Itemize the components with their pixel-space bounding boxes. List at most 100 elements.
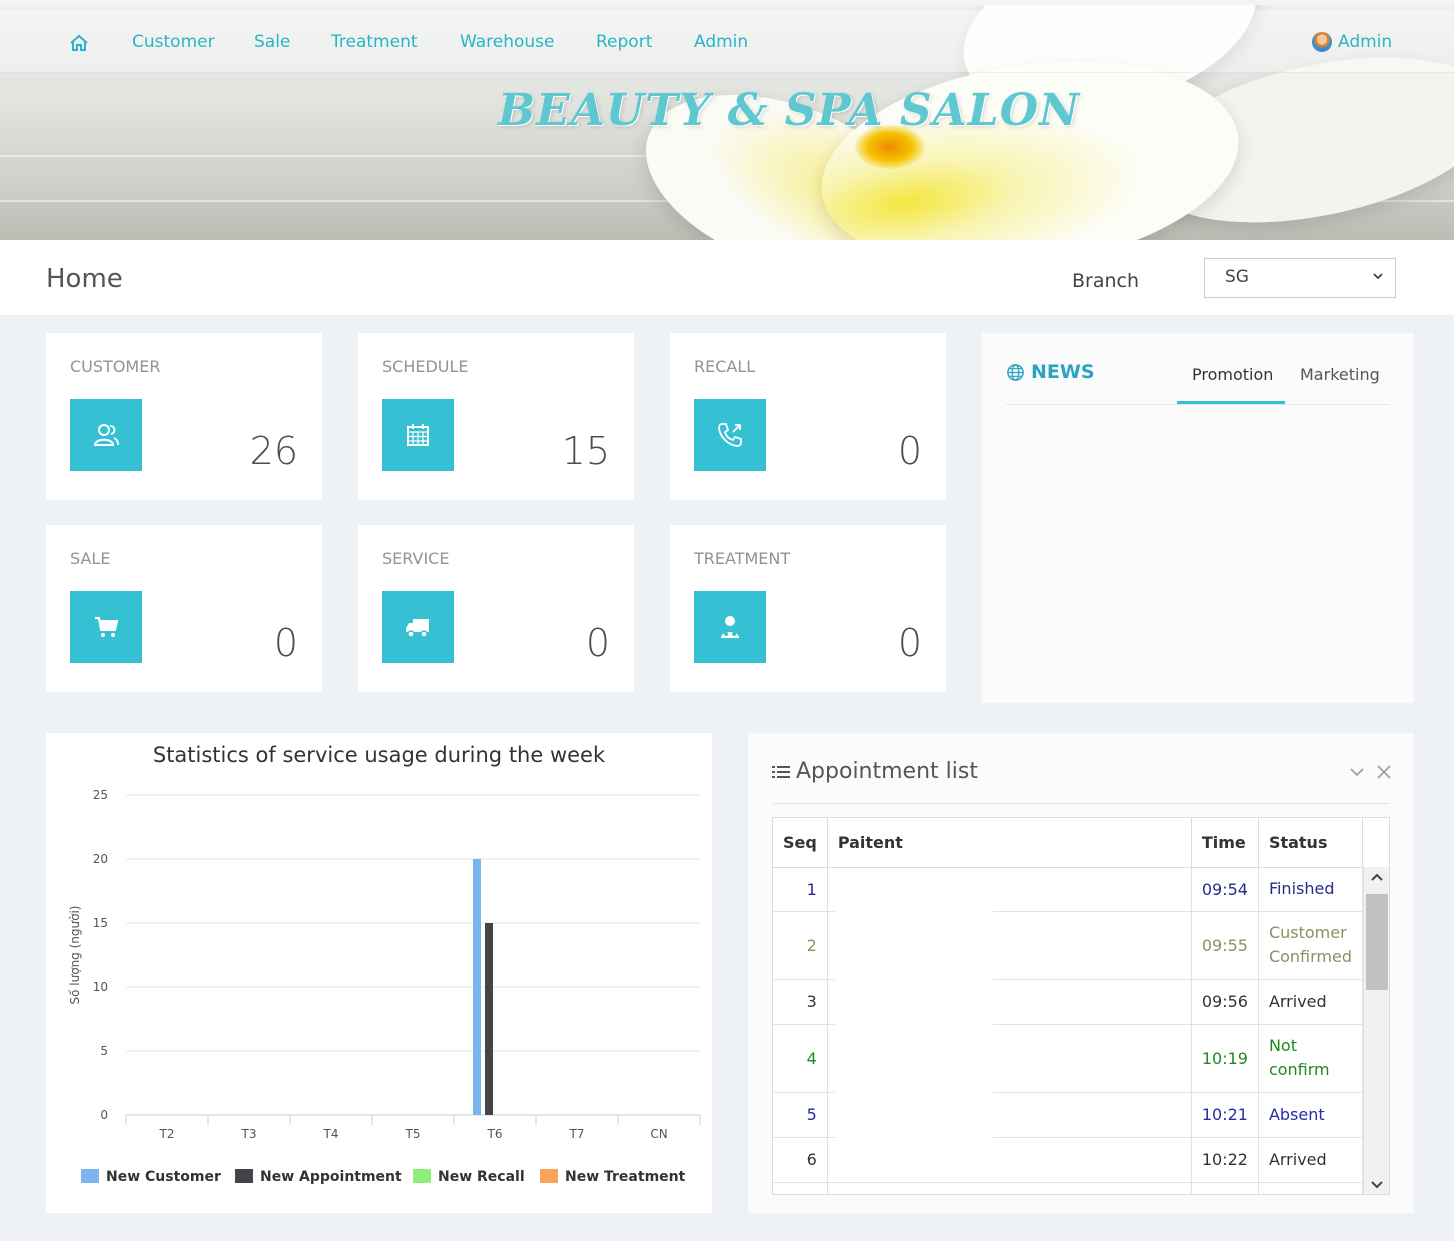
column-header-status[interactable]: Status: [1258, 818, 1364, 868]
column-header-time[interactable]: Time: [1191, 818, 1259, 868]
divider: [1006, 404, 1390, 405]
status-cell: Finished: [1258, 867, 1364, 912]
nav-customer[interactable]: Customer: [132, 32, 215, 52]
chart-panel: Statistics of service usage during the w…: [46, 733, 712, 1213]
legend-swatch: [235, 1169, 253, 1183]
home-icon[interactable]: [69, 34, 89, 57]
chevron-down-icon: [1373, 273, 1383, 280]
seq-cell: 1: [773, 867, 828, 912]
legend-label: New Customer: [106, 1169, 221, 1185]
stat-card-value: 0: [273, 621, 298, 665]
x-tick-label: T2: [159, 1127, 175, 1141]
stat-card-value: 15: [561, 429, 610, 473]
seq-cell: 3: [773, 979, 828, 1025]
x-tick-label: T6: [487, 1127, 503, 1141]
nav-warehouse[interactable]: Warehouse: [460, 32, 554, 52]
y-tick-label: 25: [93, 788, 108, 802]
y-tick-label: 20: [93, 852, 108, 866]
status-cell: Not confirm: [1258, 1024, 1364, 1093]
y-axis-label: Số lượng (người): [68, 906, 82, 1005]
bar: [485, 923, 493, 1115]
seq-cell: 6: [773, 1137, 828, 1183]
stat-card-value: 26: [249, 429, 298, 473]
scroll-up-icon[interactable]: [1369, 871, 1385, 883]
empty-cell: [827, 1182, 1192, 1194]
panel-tools: [1348, 763, 1392, 781]
empty-cell: [1258, 1182, 1364, 1194]
status-cell: Absent: [1258, 1092, 1364, 1138]
globe-icon: [1007, 363, 1024, 381]
branch-select[interactable]: SG: [1204, 258, 1396, 298]
stat-card-schedule[interactable]: SCHEDULE 15: [358, 333, 634, 500]
stat-card-service[interactable]: SERVICE 0: [358, 525, 634, 692]
legend-swatch: [81, 1169, 99, 1183]
nav-treatment[interactable]: Treatment: [331, 32, 418, 52]
stat-card-title: RECALL: [694, 357, 756, 376]
legend-label: New Treatment: [565, 1169, 686, 1185]
branch-label: Branch: [1072, 270, 1140, 292]
nav-sale[interactable]: Sale: [254, 32, 290, 52]
stat-card-recall[interactable]: RECALL 0: [670, 333, 946, 500]
stat-card-title: SALE: [70, 549, 111, 568]
legend-label: New Recall: [438, 1169, 525, 1185]
stat-card-value: 0: [897, 621, 922, 665]
page-title: Home: [46, 264, 123, 294]
users-icon: [70, 399, 142, 471]
avatar: [1312, 32, 1332, 52]
table-header-row: Seq Paitent Time Status: [773, 818, 1364, 868]
time-cell: 09:54: [1191, 867, 1259, 912]
stat-card-treatment[interactable]: TREATMENT 0: [670, 525, 946, 692]
legend-swatch: [540, 1169, 558, 1183]
time-cell: 09:56: [1191, 979, 1259, 1025]
collapse-icon[interactable]: [1348, 763, 1366, 781]
x-tick-label: T3: [241, 1127, 257, 1141]
cart-icon: [70, 591, 142, 663]
time-cell: 10:22: [1191, 1137, 1259, 1183]
brand-logo: BEAUTY & SPA SALON: [498, 85, 1081, 136]
active-tab-indicator: [1177, 401, 1285, 404]
doctor-icon: [694, 591, 766, 663]
stat-card-sale[interactable]: SALE 0: [46, 525, 322, 692]
stat-card-value: 0: [897, 429, 922, 473]
appointment-title: Appointment list: [772, 759, 978, 784]
scrollbar-thumb[interactable]: [1366, 894, 1388, 990]
seq-cell: 4: [773, 1024, 828, 1093]
nav-report[interactable]: Report: [596, 32, 652, 52]
branch-select-value: SG: [1225, 267, 1249, 287]
column-header-patient[interactable]: Paitent: [827, 818, 1192, 868]
news-title: NEWS: [1006, 361, 1095, 383]
tab-promotion[interactable]: Promotion: [1192, 365, 1273, 384]
y-tick-label: 10: [93, 980, 108, 994]
time-cell: 09:55: [1191, 911, 1259, 980]
tab-marketing[interactable]: Marketing: [1300, 365, 1380, 384]
user-menu[interactable]: Admin: [1312, 32, 1392, 52]
status-cell: Customer Confirmed: [1258, 911, 1364, 980]
x-tick-label: T4: [323, 1127, 339, 1141]
scroll-down-icon[interactable]: [1369, 1179, 1385, 1191]
status-cell: Arrived: [1258, 1137, 1364, 1183]
stat-card-customer[interactable]: CUSTOMER 26: [46, 333, 322, 500]
close-icon[interactable]: [1376, 763, 1392, 781]
empty-cell: [773, 1182, 828, 1194]
bar: [473, 859, 481, 1115]
stat-card-title: TREATMENT: [694, 549, 791, 568]
news-title-text: NEWS: [1031, 361, 1095, 383]
x-tick-label: T7: [569, 1127, 585, 1141]
weekly-service-chart: Statistics of service usage during the w…: [68, 743, 701, 1185]
table-scrollbar[interactable]: [1363, 867, 1389, 1194]
appointment-title-text: Appointment list: [796, 759, 978, 784]
y-tick-label: 15: [93, 916, 108, 930]
x-tick-label: T5: [405, 1127, 421, 1141]
chart-title: Statistics of service usage during the w…: [153, 743, 606, 767]
time-cell: 10:19: [1191, 1024, 1259, 1093]
column-header-seq[interactable]: Seq: [773, 818, 828, 868]
header-banner: Customer Sale Treatment Warehouse Report…: [0, 0, 1454, 240]
nav-admin[interactable]: Admin: [694, 32, 748, 52]
list-icon: [772, 765, 790, 778]
user-name: Admin: [1338, 32, 1393, 52]
table-row: [773, 1182, 1364, 1194]
time-cell: 10:21: [1191, 1092, 1259, 1138]
x-tick-label: CN: [650, 1127, 667, 1141]
empty-cell: [1191, 1182, 1259, 1194]
stat-card-title: SCHEDULE: [382, 357, 469, 376]
